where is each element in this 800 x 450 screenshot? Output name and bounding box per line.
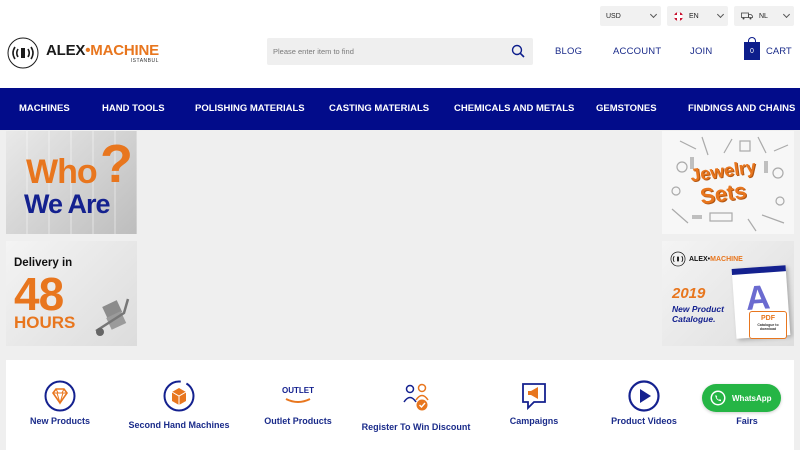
jewelry-sets-banner[interactable]: Jewelry Sets [662,131,794,234]
pdf-download-badge[interactable]: PDF Catalogue to download [749,311,787,339]
account-link[interactable]: ACCOUNT [613,46,661,57]
currency-select[interactable]: USD [600,6,661,26]
feature-outlet-products[interactable]: OUTLET Outlet Products [264,380,332,426]
search-icon[interactable] [511,44,525,58]
search-bar [267,38,533,65]
shipping-country-select[interactable]: NL [734,6,794,26]
play-icon [628,380,660,412]
catalogue-logo: ALEX•MACHINE [670,251,743,267]
feature-label: New Products [29,416,91,426]
delivery-hours-label: HOURS [14,313,76,332]
feature-new-products[interactable]: New Products [30,380,90,426]
nav-item-casting-materials[interactable]: CASTING MATERIALS [329,103,429,114]
delivery-banner[interactable]: Delivery in 48 HOURS [6,241,137,346]
banner-who-text: Who [26,153,98,191]
shipping-country-value: NL [759,12,768,20]
feature-label: Product Videos [611,416,677,426]
feature-second-hand-machines[interactable]: Second Hand Machines [128,380,230,430]
feature-register-to-win-discount[interactable]: Register To Win Discount [362,380,470,432]
site-logo[interactable]: ALEX•MACHINE ISTANBUL [6,34,166,72]
svg-text:OUTLET: OUTLET [282,386,314,395]
logo-subtitle: ISTANBUL [130,58,159,64]
catalogue-logo-text: ALEX•MACHINE [689,255,743,263]
whatsapp-icon [710,390,726,406]
nav-item-machines[interactable]: MACHINES [19,103,70,114]
main-nav: MACHINES HAND TOOLS POLISHING MATERIALS … [0,88,800,130]
catalogue-banner[interactable]: ALEX•MACHINE 2019 New Product Catalogue. … [662,241,794,346]
features-strip: New Products Second Hand Machines OUTLET… [6,360,794,450]
cart-label: CART [766,45,792,57]
feature-campaigns[interactable]: Campaigns [510,380,558,426]
language-value: EN [689,12,699,20]
hand-truck-icon [95,298,130,336]
truck-icon [741,12,753,20]
register-people-icon [403,383,429,411]
banner-question-mark: ? [100,134,133,194]
who-we-are-banner[interactable]: Who ? We Are [6,131,137,234]
megaphone-icon [522,383,546,411]
blog-link[interactable]: BLOG [555,46,582,57]
catalogue-title: New Product Catalogue. [672,304,724,324]
chevron-down-icon [649,10,658,19]
search-input[interactable] [267,38,497,65]
nav-item-gemstones[interactable]: GEMSTONES [596,103,657,114]
cart-count: 0 [750,47,754,55]
nav-item-polishing-materials[interactable]: POLISHING MATERIALS [195,103,305,114]
logo-mark-icon [670,251,686,267]
recycle-box-icon [163,380,195,412]
feature-label: Fairs [736,416,758,426]
uk-flag-icon [674,11,683,21]
banner-we-are-text: We Are [24,189,111,219]
feature-label: Campaigns [509,416,559,426]
whatsapp-chat-button[interactable]: WhatsApp [702,384,781,412]
cart-button[interactable]: 0 CART [744,37,792,60]
catalogue-year: 2019 [672,285,706,302]
whatsapp-label: WhatsApp [732,393,772,403]
language-select[interactable]: EN [667,6,728,26]
feature-label: Second Hand Machines [128,420,230,430]
outlet-tag-icon: OUTLET [282,386,314,403]
site-header: ALEX•MACHINE ISTANBUL USD EN NL BLOG ACC… [0,0,800,88]
logo-wordmark: ALEX•MACHINE [46,42,159,59]
feature-label: Register To Win Discount [361,422,471,432]
feature-label: Outlet Products [264,416,332,426]
chevron-down-icon [716,10,725,19]
cart-bag-icon: 0 [744,37,760,60]
currency-value: USD [606,12,621,20]
nav-item-findings-and-chains[interactable]: FINDINGS AND CHAINS [688,103,795,114]
chevron-down-icon [782,10,791,19]
join-link[interactable]: JOIN [690,46,712,57]
diamond-icon [44,380,76,412]
logo-mark-icon [7,37,39,69]
feature-product-videos[interactable]: Product Videos [611,380,677,426]
nav-item-chemicals-and-metals[interactable]: CHEMICALS AND METALS [454,103,574,114]
nav-item-hand-tools[interactable]: HAND TOOLS [102,103,165,114]
